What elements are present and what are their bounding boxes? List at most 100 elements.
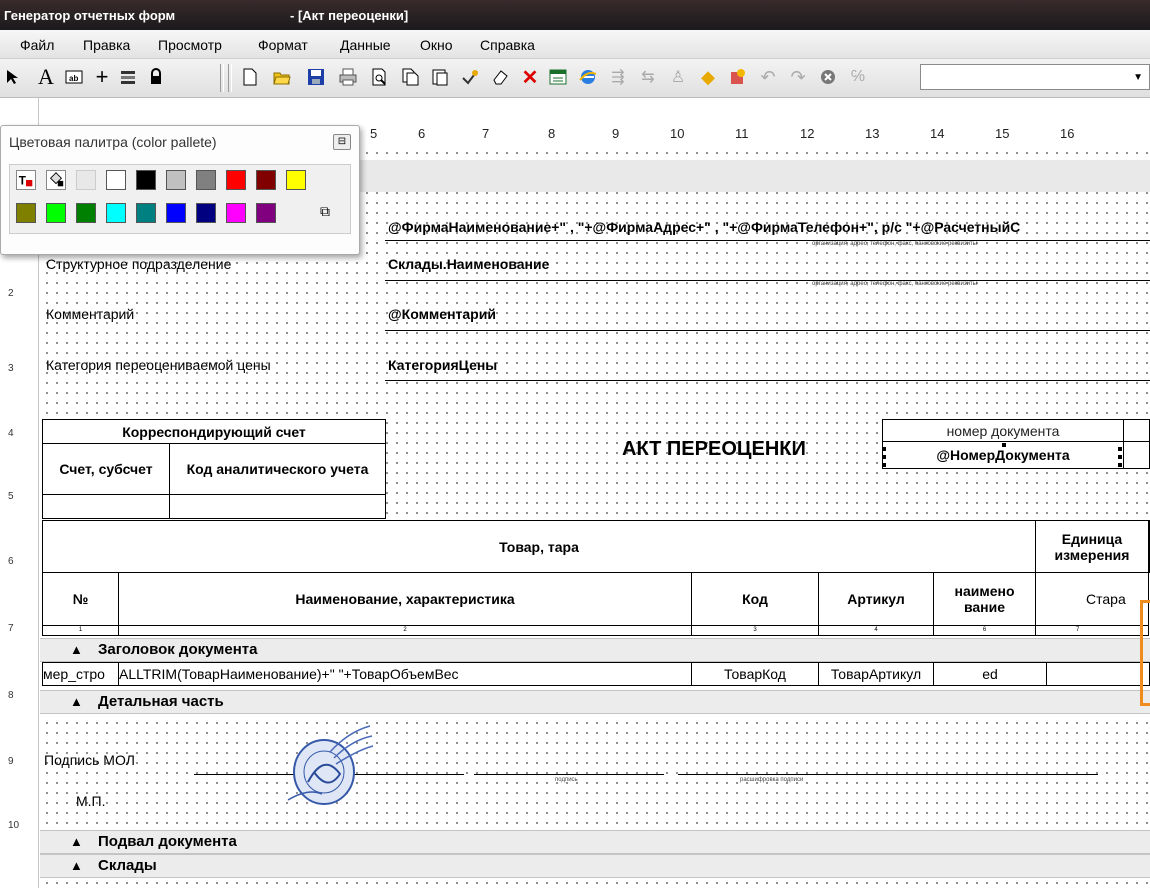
no-header: №: [42, 572, 119, 626]
color-swatch[interactable]: [136, 203, 156, 223]
account-cell[interactable]: [42, 493, 170, 520]
eraser-icon[interactable]: [490, 67, 510, 87]
doc-number-label: номер документа: [882, 418, 1124, 443]
corr-account-table[interactable]: Корреспондирующий счет Счет, субсчет Код …: [42, 418, 386, 520]
color-swatch[interactable]: [286, 170, 306, 190]
diamond-icon[interactable]: ◆: [698, 67, 718, 87]
vruler-tick: 7: [8, 623, 14, 634]
row-old-price-field[interactable]: [1046, 662, 1150, 686]
row-article-field[interactable]: ТоварАртикул: [818, 662, 934, 686]
price-category-field[interactable]: КатегорияЦены: [388, 357, 497, 373]
palette-swatches: T ⧉: [9, 164, 351, 234]
subdivision-field[interactable]: Склады.Наименование: [388, 256, 549, 272]
color-swatch[interactable]: [226, 170, 246, 190]
detail-row[interactable]: мер_стро ALLTRIM(ТоварНаименование)+" "+…: [42, 662, 1150, 686]
unit-header: Единица измерения: [1035, 519, 1149, 574]
color-swatch[interactable]: [226, 203, 246, 223]
menu-window[interactable]: Окно: [420, 37, 453, 53]
vruler-tick: 6: [8, 556, 14, 567]
band-document-header[interactable]: ▲ Заголовок документа: [40, 638, 1150, 662]
color-swatch[interactable]: [106, 203, 126, 223]
ruler-tick: 6: [418, 126, 426, 141]
print-preview-icon[interactable]: [370, 67, 390, 87]
image-icon[interactable]: [728, 67, 748, 87]
delete-icon[interactable]: ✕: [520, 67, 540, 89]
color-swatch[interactable]: [166, 170, 186, 190]
line-tool-icon[interactable]: +: [92, 64, 112, 89]
transparent-swatch[interactable]: [76, 170, 96, 190]
stop-icon[interactable]: [818, 67, 838, 87]
font-color-tool-icon[interactable]: T: [16, 170, 36, 190]
collapse-triangle-icon[interactable]: ▲: [70, 858, 83, 873]
menu-file[interactable]: Файл: [20, 37, 54, 53]
color-swatch[interactable]: [136, 170, 156, 190]
browser-icon[interactable]: [578, 67, 598, 87]
open-folder-icon[interactable]: [272, 67, 292, 87]
band-detail-label: Детальная часть: [98, 693, 224, 710]
check-icon[interactable]: [460, 67, 480, 87]
color-swatch[interactable]: [76, 203, 96, 223]
band-tool-icon[interactable]: [118, 67, 138, 87]
menu-format[interactable]: Формат: [258, 37, 308, 53]
menu-view[interactable]: Просмотр: [158, 37, 222, 53]
color-swatch[interactable]: [196, 170, 216, 190]
text-tool-icon[interactable]: A: [36, 64, 56, 89]
goods-table-header[interactable]: Товар, тара Единица измерения № Наименов…: [42, 519, 1150, 637]
band-detail[interactable]: ▲ Детальная часть: [40, 690, 1150, 714]
redo-icon[interactable]: ↷: [788, 67, 808, 87]
row-unit-field[interactable]: ed: [933, 662, 1047, 686]
color-swatch[interactable]: [256, 203, 276, 223]
svg-text:T: T: [19, 175, 27, 188]
print-icon[interactable]: [338, 67, 358, 87]
comment-field[interactable]: @Комментарий: [388, 306, 496, 322]
row-name-field[interactable]: ALLTRIM(ТоварНаименование)+" "+ТоварОбъе…: [118, 662, 692, 686]
field-tool-icon[interactable]: ab: [64, 67, 84, 87]
table-icon[interactable]: [548, 67, 568, 87]
selection-bracket[interactable]: [1140, 600, 1150, 706]
band-footer-label: Подвал документа: [98, 833, 237, 850]
chevron-down-icon[interactable]: ▼: [1133, 72, 1143, 83]
undo-icon[interactable]: ↶: [758, 67, 778, 87]
collapse-triangle-icon[interactable]: ▲: [70, 642, 83, 657]
new-document-icon[interactable]: [240, 67, 260, 87]
color-swatch[interactable]: [46, 203, 66, 223]
save-icon[interactable]: [306, 67, 326, 87]
more-colors-icon[interactable]: ⧉: [320, 203, 340, 223]
analytic-cell[interactable]: [169, 493, 386, 520]
band-document-footer[interactable]: ▲ Подвал документа: [40, 830, 1150, 854]
pointer-icon[interactable]: [2, 67, 22, 87]
collapse-triangle-icon[interactable]: ▲: [70, 694, 83, 709]
band-stores[interactable]: ▲ Склады: [40, 854, 1150, 878]
price-category-label: Категория переоцениваемой цены: [46, 357, 271, 373]
copy-page-icon[interactable]: [400, 67, 420, 87]
row-number-field[interactable]: мер_стро: [42, 662, 119, 686]
doc-number-table[interactable]: номер документа @НомерДокумента: [882, 418, 1150, 469]
ruler-tick: 5: [370, 126, 378, 141]
ruler-tick: 14: [930, 126, 945, 141]
fill-color-tool-icon[interactable]: [46, 170, 66, 190]
lock-icon[interactable]: [146, 67, 166, 87]
collapse-triangle-icon[interactable]: ▲: [70, 834, 83, 849]
color-swatch[interactable]: [256, 170, 276, 190]
menu-edit[interactable]: Правка: [83, 37, 130, 53]
row-code-field[interactable]: ТоварКод: [691, 662, 819, 686]
color-palette-window[interactable]: Цветовая палитра (color pallete) ⊟ T ⧉: [0, 125, 360, 255]
color-swatch[interactable]: [16, 203, 36, 223]
group-icon[interactable]: ⇆: [638, 67, 658, 87]
menu-help[interactable]: Справка: [480, 37, 535, 53]
col-number: 2: [118, 624, 692, 637]
paste-page-icon[interactable]: [430, 67, 450, 87]
vruler-tick: 9: [8, 756, 14, 767]
users-icon[interactable]: ♙: [668, 67, 688, 87]
menu-data[interactable]: Данные: [340, 37, 391, 53]
align-icon[interactable]: ⇶: [608, 67, 628, 87]
col-number: 4: [818, 624, 934, 637]
format-icon[interactable]: ℅: [848, 67, 868, 87]
color-swatch[interactable]: [166, 203, 186, 223]
color-swatch[interactable]: [106, 170, 126, 190]
palette-close-button[interactable]: ⊟: [333, 134, 351, 150]
color-swatch[interactable]: [196, 203, 216, 223]
analytic-header: Код аналитического учета: [169, 443, 386, 495]
firm-expression-field[interactable]: @ФирмаНаименование+" , "+@ФирмаАдрес+" ,…: [388, 219, 1150, 235]
toolbar-combobox[interactable]: ▼: [920, 64, 1150, 90]
